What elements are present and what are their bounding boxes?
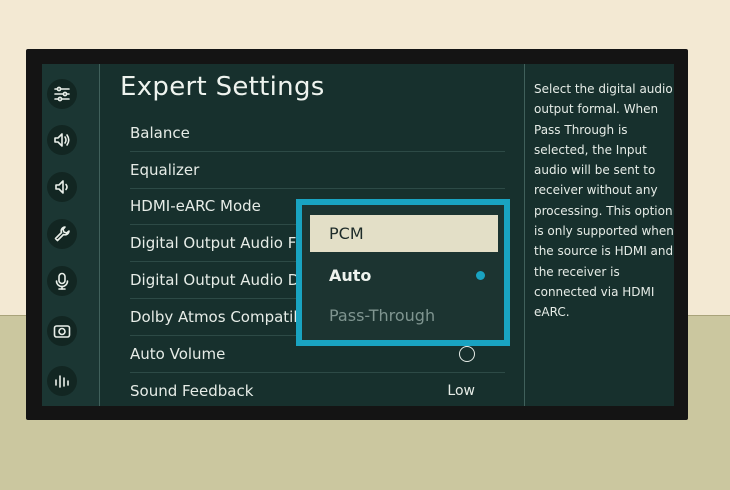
dropdown-option-label: Pass-Through — [329, 306, 436, 325]
sidebar-item-sound-output[interactable] — [47, 172, 77, 202]
menu-item-label: Auto Volume — [130, 345, 226, 363]
menu-item-label: Digital Output Audio For — [130, 234, 312, 252]
menu-item-label: Equalizer — [130, 161, 200, 179]
menu-item-equalizer[interactable]: Equalizer — [130, 152, 505, 189]
audio-format-dropdown: PCM Auto Pass-Through — [296, 199, 510, 346]
menu-item-value: Low — [447, 383, 475, 399]
speaker-small-icon — [55, 180, 68, 194]
sidebar-item-voice[interactable] — [47, 266, 77, 296]
wrench-icon — [54, 226, 70, 242]
auto-volume-radio[interactable] — [459, 346, 475, 362]
sidebar-item-sound[interactable] — [47, 125, 77, 155]
sidebar-item-picture[interactable] — [47, 316, 77, 346]
menu-item-label: Balance — [130, 124, 190, 142]
description-text: Select the digital audio output formal. … — [534, 82, 674, 320]
settings-sliders-icon — [54, 86, 70, 102]
menu-item-label: HDMI-eARC Mode — [130, 197, 261, 215]
sidebar-item-general[interactable] — [47, 79, 77, 109]
equalizer-bars-icon — [55, 375, 69, 388]
settings-sidebar — [42, 64, 100, 406]
sidebar-item-equalizer[interactable] — [47, 366, 77, 396]
menu-item-label: Digital Output Audio Dela — [130, 271, 322, 289]
menu-item-balance[interactable]: Balance — [130, 115, 505, 152]
dropdown-option-label: PCM — [329, 224, 364, 243]
dropdown-option-pass-through: Pass-Through — [310, 297, 498, 334]
menu-item-sound-feedback[interactable]: Sound Feedback Low — [130, 373, 505, 406]
selected-dot-icon — [476, 271, 485, 280]
dropdown-option-auto[interactable]: Auto — [310, 257, 498, 294]
dropdown-option-pcm[interactable]: PCM — [310, 215, 498, 252]
dropdown-option-label: Auto — [329, 266, 372, 285]
speaker-icon — [54, 133, 70, 147]
menu-item-label: Dolby Atmos Compatibilit — [130, 308, 322, 326]
menu-item-label: Sound Feedback — [130, 382, 254, 400]
page-title: Expert Settings — [120, 72, 325, 102]
microphone-icon — [55, 272, 69, 290]
sidebar-item-support[interactable] — [47, 219, 77, 249]
camera-icon — [53, 325, 71, 338]
description-panel: Select the digital audio output formal. … — [524, 64, 674, 406]
